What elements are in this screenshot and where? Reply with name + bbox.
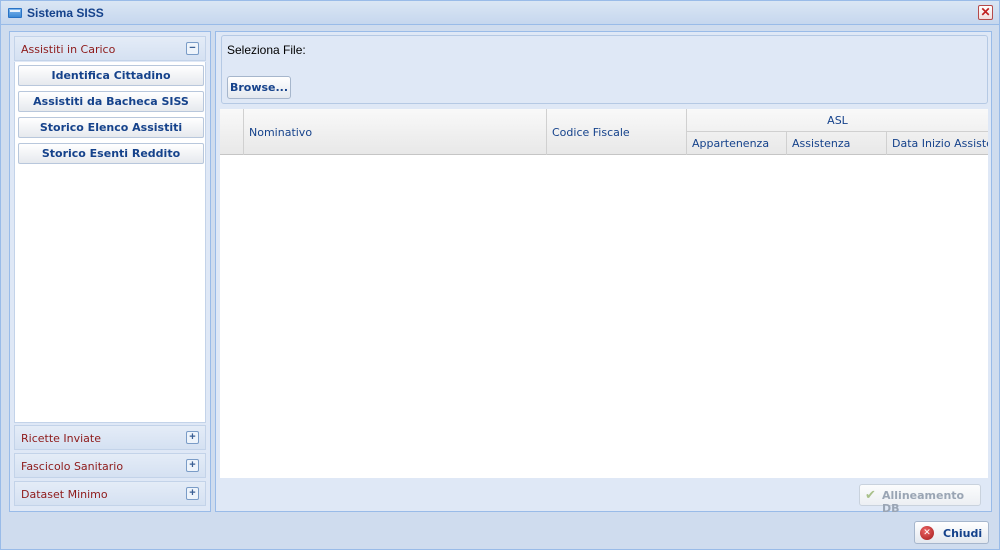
accordion-header-dataset-minimo[interactable]: Dataset Minimo +	[14, 481, 206, 506]
title-bar[interactable]: Sistema SISS ✕	[1, 1, 999, 25]
window-icon	[8, 8, 22, 18]
sidebar-accordion: Assistiti in Carico − Identifica Cittadi…	[9, 31, 211, 512]
column-header-nominativo[interactable]: Nominativo	[244, 109, 547, 155]
expand-icon[interactable]: +	[186, 431, 199, 444]
close-icon[interactable]: ✕	[978, 5, 993, 20]
accordion-label: Dataset Minimo	[21, 488, 108, 501]
identifica-cittadino-button[interactable]: Identifica Cittadino	[18, 65, 204, 86]
column-group-asl: ASL	[687, 109, 988, 132]
collapse-icon[interactable]: −	[186, 42, 199, 55]
accordion-label: Fascicolo Sanitario	[21, 460, 124, 473]
column-label: Assistenza	[792, 137, 851, 150]
results-grid: Nominativo Codice Fiscale ASL Appartenen…	[220, 109, 988, 478]
column-label: Appartenenza	[692, 137, 770, 150]
window-title: Sistema SISS	[27, 6, 104, 20]
expand-icon[interactable]: +	[186, 487, 199, 500]
column-header-data-inizio-assistenza[interactable]: Data Inizio Assisten	[887, 132, 988, 155]
accordion-header-ricette-inviate[interactable]: Ricette Inviate +	[14, 425, 206, 450]
grid-header: Nominativo Codice Fiscale ASL Appartenen…	[220, 109, 988, 155]
storico-esenti-reddito-button[interactable]: Storico Esenti Reddito	[18, 143, 204, 164]
sistema-siss-window: Sistema SISS ✕ Assistiti in Carico − Ide…	[0, 0, 1000, 550]
accordion-body-assistiti-in-carico: Identifica Cittadino Assistiti da Bachec…	[14, 62, 206, 423]
accordion-header-fascicolo-sanitario[interactable]: Fascicolo Sanitario +	[14, 453, 206, 478]
file-select-box: Seleziona File: Browse...	[221, 35, 988, 104]
browse-button[interactable]: Browse...	[227, 76, 291, 99]
chiudi-label: Chiudi	[943, 527, 983, 540]
chiudi-button[interactable]: ✕ Chiudi	[914, 521, 989, 544]
accordion-label: Ricette Inviate	[21, 432, 102, 445]
column-header-assistenza[interactable]: Assistenza	[787, 132, 887, 155]
check-icon: ✔	[865, 488, 876, 503]
grid-body[interactable]	[220, 155, 988, 478]
column-header-appartenenza[interactable]: Appartenenza	[687, 132, 787, 155]
column-label: Data Inizio Assisten	[892, 137, 988, 150]
accordion-label: Assistiti in Carico	[21, 43, 116, 56]
expand-icon[interactable]: +	[186, 459, 199, 472]
storico-elenco-assistiti-button[interactable]: Storico Elenco Assistiti	[18, 117, 204, 138]
main-panel: Seleziona File: Browse... Nominativo Cod…	[215, 31, 992, 515]
assistiti-bacheca-siss-button[interactable]: Assistiti da Bacheca SISS	[18, 91, 204, 112]
window-footer: ✕ Chiudi	[1, 515, 999, 549]
column-group-label: ASL	[827, 114, 848, 127]
accordion-header-assistiti-in-carico[interactable]: Assistiti in Carico −	[14, 36, 206, 61]
column-header-codice-fiscale[interactable]: Codice Fiscale	[547, 109, 687, 155]
close-circle-icon: ✕	[920, 526, 934, 540]
allineamento-db-label: Allineamento DB	[882, 489, 965, 515]
file-select-label: Seleziona File:	[227, 43, 306, 57]
allineamento-db-button[interactable]: ✔ Allineamento DB	[859, 484, 981, 515]
column-label: Nominativo	[249, 126, 313, 139]
column-label: Codice Fiscale	[552, 126, 630, 139]
row-selector-header	[220, 109, 244, 155]
